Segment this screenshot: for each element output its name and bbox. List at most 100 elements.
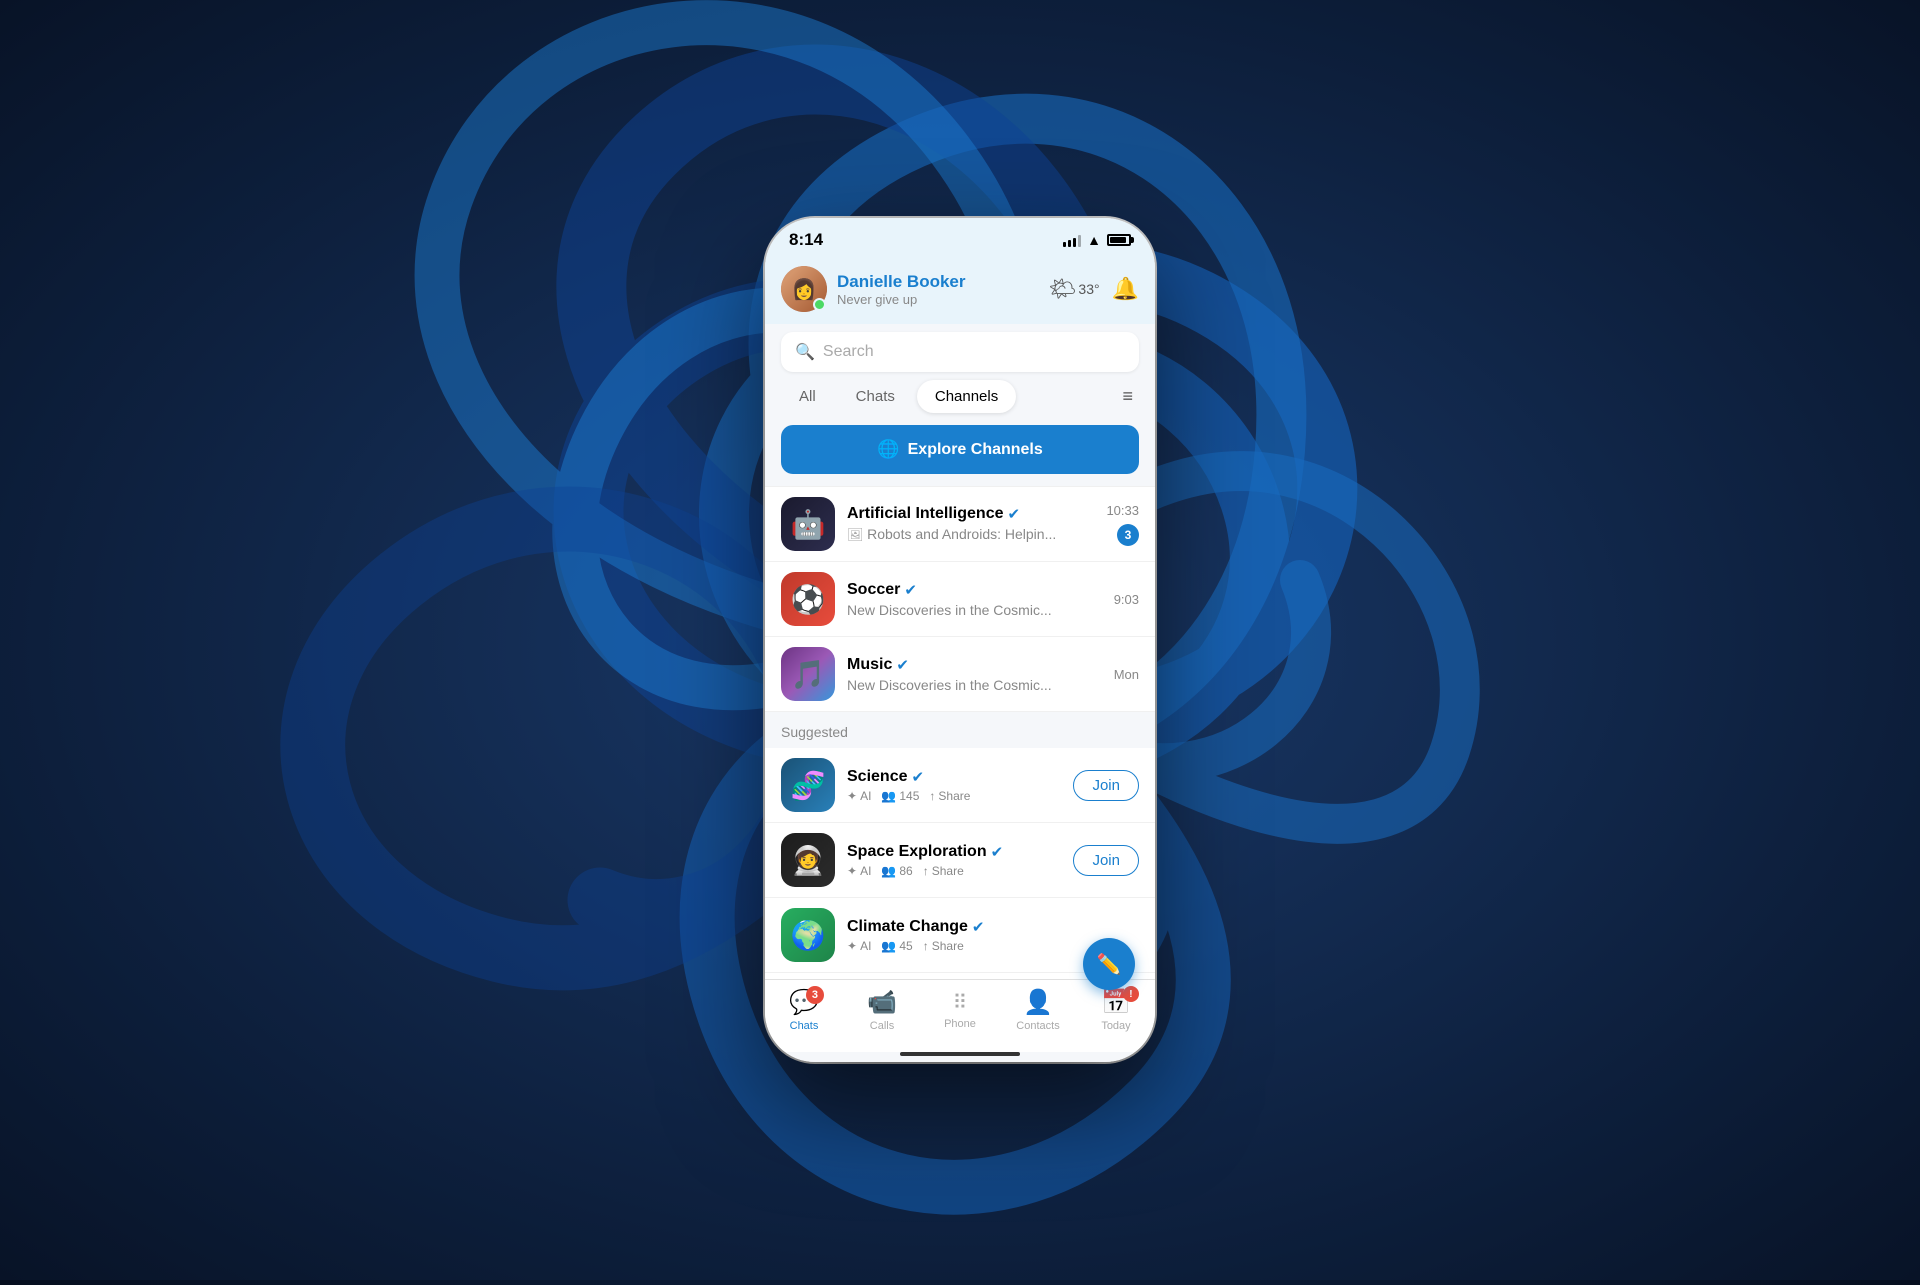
calls-nav-label: Calls: [870, 1020, 894, 1032]
channel-info-soccer: Soccer ✔ New Discoveries in the Cosmic..…: [847, 581, 1102, 618]
notification-bell-icon[interactable]: 🔔: [1112, 276, 1139, 302]
nav-item-chats[interactable]: 💬 3 Chats: [765, 988, 843, 1032]
meta-ai-space: ✦ AI: [847, 864, 871, 878]
channel-avatar-soccer: ⚽: [781, 572, 835, 626]
channel-preview-soccer: New Discoveries in the Cosmic...: [847, 602, 1102, 618]
channels-list: 🤖 Artificial Intelligence ✔ 🖼 Robots and…: [765, 486, 1155, 712]
channel-item-soccer[interactable]: ⚽ Soccer ✔ New Discoveries in the Cosmic…: [765, 562, 1155, 637]
meta-share-climate[interactable]: ↑ Share: [923, 939, 964, 953]
nav-item-contacts[interactable]: 👤 Contacts: [999, 988, 1077, 1032]
channel-name-ai: Artificial Intelligence: [847, 505, 1003, 523]
user-name: Danielle Booker: [837, 272, 966, 292]
tab-chats[interactable]: Chats: [838, 380, 913, 413]
header: 👩 Danielle Booker Never give up 🌤 33° 🔔: [765, 258, 1155, 324]
avatar-wrap: 👩: [781, 266, 827, 312]
channel-name-row-climate: Climate Change ✔: [847, 918, 1061, 936]
channel-avatar-space: 🧑‍🚀: [781, 833, 835, 887]
suggested-item-science[interactable]: 🧬 Science ✔ ✦ AI 👥 145: [765, 748, 1155, 823]
weather-badge: 🌤 33°: [1048, 276, 1099, 302]
suggested-info-space: Space Exploration ✔ ✦ AI 👥 86: [847, 843, 1061, 878]
signal-bars-icon: [1063, 233, 1081, 247]
members-icon-space: 👥: [881, 864, 896, 878]
weather-icon: 🌤: [1048, 276, 1076, 302]
status-bar: 8:14 ▲: [765, 218, 1155, 258]
compose-icon: ✏️: [1097, 952, 1122, 977]
verified-icon-science: ✔: [911, 768, 924, 786]
suggested-label: Suggested: [765, 712, 1155, 748]
online-status-dot: [813, 298, 826, 311]
channel-name-row-science: Science ✔: [847, 768, 1061, 786]
channel-name-soccer: Soccer: [847, 581, 900, 599]
user-text: Danielle Booker Never give up: [837, 272, 966, 307]
verified-icon-music: ✔: [896, 656, 909, 674]
share-icon-climate: ↑: [923, 939, 929, 953]
suggested-meta-space: ✦ AI 👥 86 ↑ Share: [847, 864, 1061, 878]
suggested-info-science: Science ✔ ✦ AI 👥 145 ↑: [847, 768, 1061, 803]
tab-all[interactable]: All: [781, 380, 834, 413]
science-avatar-image: 🧬: [781, 758, 835, 812]
status-time: 8:14: [789, 230, 823, 250]
soccer-avatar-image: ⚽: [781, 572, 835, 626]
nav-item-phone[interactable]: ⠿ Phone: [921, 990, 999, 1030]
content-area: 🌐 Explore Channels 🤖 Artificial Intellig…: [765, 421, 1155, 979]
channel-name-music: Music: [847, 656, 892, 674]
meta-share-space[interactable]: ↑ Share: [923, 864, 964, 878]
search-icon: 🔍: [795, 342, 815, 362]
channel-avatar-climate: 🌍: [781, 908, 835, 962]
user-status: Never give up: [837, 292, 966, 307]
channel-time-col-soccer: 9:03: [1114, 592, 1139, 607]
members-icon-science: 👥: [881, 789, 896, 803]
wifi-icon: ▲: [1087, 232, 1101, 248]
chats-nav-badge: 3: [806, 986, 824, 1004]
unread-badge-ai: 3: [1117, 524, 1139, 546]
verified-icon-soccer: ✔: [904, 581, 917, 599]
channel-avatar-ai: 🤖: [781, 497, 835, 551]
channel-name-space: Space Exploration: [847, 843, 987, 861]
channel-avatar-music: 🎵: [781, 647, 835, 701]
channel-name-climate: Climate Change: [847, 918, 968, 936]
ai-icon-space: ✦: [847, 864, 857, 878]
channel-item-ai[interactable]: 🤖 Artificial Intelligence ✔ 🖼 Robots and…: [765, 486, 1155, 562]
channel-name-science: Science: [847, 768, 907, 786]
user-info[interactable]: 👩 Danielle Booker Never give up: [781, 266, 966, 312]
tab-channels[interactable]: Channels: [917, 380, 1016, 413]
channel-item-music[interactable]: 🎵 Music ✔ New Discoveries in the Cosmic.…: [765, 637, 1155, 712]
meta-ai-science: ✦ AI: [847, 789, 871, 803]
verified-icon-ai: ✔: [1007, 505, 1020, 523]
join-button-space[interactable]: Join: [1073, 845, 1139, 876]
phone-frame: 8:14 ▲ 👩 Danie: [765, 218, 1155, 1062]
suggested-meta-science: ✦ AI 👥 145 ↑ Share: [847, 789, 1061, 803]
image-icon-ai: 🖼: [847, 527, 867, 542]
suggested-meta-climate: ✦ AI 👥 45 ↑ Share: [847, 939, 1061, 953]
channel-name-row-space: Space Exploration ✔: [847, 843, 1061, 861]
filter-icon[interactable]: ≡: [1116, 380, 1139, 413]
meta-share-science[interactable]: ↑ Share: [929, 789, 970, 803]
channel-avatar-science: 🧬: [781, 758, 835, 812]
share-icon-science: ↑: [929, 789, 935, 803]
header-right: 🌤 33° 🔔: [1048, 276, 1139, 302]
today-nav-label: Today: [1101, 1020, 1130, 1032]
verified-icon-space: ✔: [991, 843, 1004, 861]
tab-bar: All Chats Channels ≡: [765, 380, 1155, 413]
search-input[interactable]: Search: [823, 343, 874, 361]
nav-item-today[interactable]: 📅 ! Today: [1077, 988, 1155, 1032]
explore-channels-button[interactable]: 🌐 Explore Channels: [781, 425, 1139, 474]
channel-time-col-ai: 10:33 3: [1106, 503, 1139, 546]
channel-name-row-music: Music ✔: [847, 656, 1102, 674]
weather-temp: 33°: [1078, 281, 1099, 297]
ai-icon-science: ✦: [847, 789, 857, 803]
search-bar[interactable]: 🔍 Search: [781, 332, 1139, 372]
share-icon-space: ↑: [923, 864, 929, 878]
compose-fab-button[interactable]: ✏️: [1083, 938, 1135, 990]
phone-screen: 8:14 ▲ 👩 Danie: [765, 218, 1155, 1062]
music-avatar-image: 🎵: [781, 647, 835, 701]
chats-nav-label: Chats: [790, 1020, 819, 1032]
channel-time-col-music: Mon: [1114, 667, 1139, 682]
meta-members-science: 👥 145: [881, 789, 919, 803]
explore-channels-label: Explore Channels: [908, 441, 1043, 459]
nav-item-calls[interactable]: 📹 Calls: [843, 988, 921, 1032]
meta-members-space: 👥 86: [881, 864, 912, 878]
suggested-item-space[interactable]: 🧑‍🚀 Space Exploration ✔ ✦ AI 👥: [765, 823, 1155, 898]
channel-preview-ai: 🖼 Robots and Androids: Helpin...: [847, 526, 1094, 543]
join-button-science[interactable]: Join: [1073, 770, 1139, 801]
